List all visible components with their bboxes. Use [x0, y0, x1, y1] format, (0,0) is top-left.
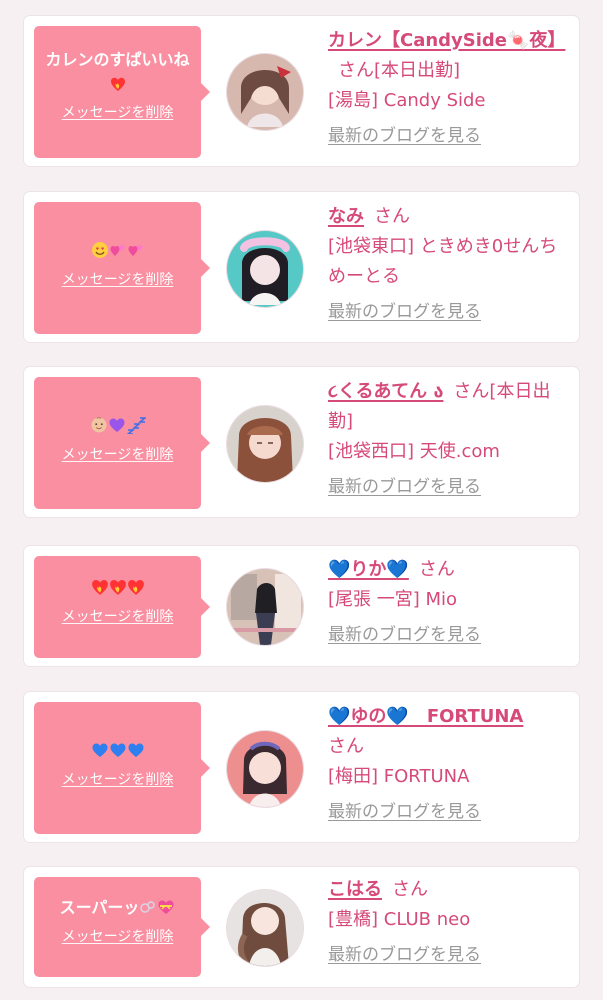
- honorific: さん: [338, 60, 374, 81]
- avatar[interactable]: [226, 53, 304, 131]
- message-text: [42, 576, 193, 600]
- avatar[interactable]: [226, 230, 304, 308]
- sender-info: なみ さん [池袋東口] ときめき0せんちめーとる 最新のブログを見る: [328, 202, 564, 327]
- message-card: メッセージを削除 なみ さん [池袋東口] ときめき0せんちめーとる 最新のブログ…: [24, 192, 579, 342]
- sender-name-link[interactable]: カレン【CandySide🍬夜】: [328, 30, 565, 51]
- sender-info: 💙ゆの💙 FORTUNA さん [梅田] FORTUNA 最新のブログを見る: [328, 702, 564, 827]
- sender-name-link[interactable]: 💙ゆの💙 FORTUNA: [328, 706, 523, 727]
- honorific: さん: [328, 736, 364, 757]
- two-hearts-icon: [127, 241, 145, 262]
- sender-info: こはる さん [豊橋] CLUB neo 最新のブログを見る: [328, 875, 564, 970]
- shop-name: [尾張 一宮] Mio: [328, 589, 458, 610]
- delete-message-link[interactable]: メッセージを削除: [42, 608, 193, 626]
- sender-name-link[interactable]: ૮くるあてん ა: [328, 381, 443, 402]
- delete-message-link[interactable]: メッセージを削除: [42, 271, 193, 289]
- delete-message-link[interactable]: メッセージを削除: [42, 446, 193, 464]
- avatar[interactable]: [226, 405, 304, 483]
- message-card: メッセージを削除 ૮くるあてん ა さん[本日出勤] [池袋西口] 天使.com …: [24, 367, 579, 517]
- zzz-icon: [125, 416, 147, 437]
- heart-on-fire-icon: [91, 578, 109, 599]
- message-text: [42, 414, 193, 438]
- honorific: さん: [418, 559, 455, 580]
- work-status: [本日出勤]: [374, 60, 461, 81]
- message-bubble: メッセージを削除: [34, 202, 210, 334]
- sender-info: カレン【CandySide🍬夜】さん[本日出勤] [湯島] Candy Side…: [328, 26, 565, 151]
- message-bubble: カレンのすぱいいね メッセージを削除: [34, 26, 210, 158]
- heart-on-fire-icon: [109, 578, 127, 599]
- baby-icon: [90, 416, 108, 437]
- blue-heart-icon: [127, 741, 145, 762]
- message-text: [42, 239, 193, 263]
- message-bubble: メッセージを削除: [34, 377, 210, 509]
- latest-blog-link[interactable]: 最新のブログを見る: [328, 473, 481, 501]
- message-text-content: カレンのすぱいいね: [45, 50, 190, 69]
- smiling-face-with-heart-eyes-icon: [91, 241, 109, 262]
- delete-message-link[interactable]: メッセージを削除: [42, 771, 193, 789]
- avatar[interactable]: [226, 568, 304, 646]
- sender-info: 💙りか💙 さん [尾張 一宮] Mio 最新のブログを見る: [328, 555, 564, 650]
- sender-info: ૮くるあてん ა さん[本日出勤] [池袋西口] 天使.com 最新のブログを見る: [328, 377, 564, 502]
- message-bubble: スーパーッ メッセージを削除: [34, 877, 210, 977]
- message-text-content: スーパーッ: [59, 898, 140, 917]
- blue-heart-icon: [91, 741, 109, 762]
- delete-message-link[interactable]: メッセージを削除: [42, 104, 193, 122]
- shop-name: [梅田] FORTUNA: [328, 766, 470, 787]
- shop-name: [豊橋] CLUB neo: [328, 909, 471, 930]
- two-hearts-icon: [109, 241, 127, 262]
- honorific: さん: [392, 879, 428, 900]
- sender-name-link[interactable]: 💙りか💙: [328, 559, 409, 580]
- message-text: [42, 739, 193, 763]
- message-text: カレンのすぱいいね: [42, 48, 193, 96]
- shop-name: [池袋東口] ときめき0せんちめーとる: [328, 236, 558, 287]
- latest-blog-link[interactable]: 最新のブログを見る: [328, 941, 481, 969]
- message-bubble: メッセージを削除: [34, 702, 210, 834]
- blue-heart-icon: [109, 741, 127, 762]
- heart-on-fire-icon: [127, 578, 145, 599]
- message-text: スーパーッ: [42, 896, 193, 920]
- latest-blog-link[interactable]: 最新のブログを見る: [328, 122, 481, 150]
- latest-blog-link[interactable]: 最新のブログを見る: [328, 798, 481, 826]
- message-card: メッセージを削除 💙りか💙 さん [尾張 一宮] Mio 最新のブログを見る: [24, 546, 579, 666]
- shop-name: [湯島] Candy Side: [328, 90, 486, 111]
- message-card: メッセージを削除 💙ゆの💙 FORTUNA さん [梅田] FORTUNA 最新の…: [24, 692, 579, 842]
- message-list: カレンのすぱいいね メッセージを削除 カレン【CandySide🍬夜】さん[本日…: [0, 0, 603, 1000]
- honorific: さん: [374, 206, 410, 227]
- bubbles-icon: [139, 898, 157, 919]
- heart-on-fire-icon: [110, 76, 126, 95]
- avatar[interactable]: [226, 730, 304, 808]
- message-card: カレンのすぱいいね メッセージを削除 カレン【CandySide🍬夜】さん[本日…: [24, 16, 579, 166]
- message-card: スーパーッ メッセージを削除 こはる さん [豊橋] CLUB neo 最新のブロ…: [24, 867, 579, 987]
- sender-name-link[interactable]: なみ: [328, 206, 364, 227]
- avatar[interactable]: [226, 889, 304, 967]
- sender-name-link[interactable]: こはる: [328, 879, 382, 900]
- honorific: さん: [453, 381, 490, 402]
- latest-blog-link[interactable]: 最新のブログを見る: [328, 621, 481, 649]
- delete-message-link[interactable]: メッセージを削除: [42, 928, 193, 946]
- message-bubble: メッセージを削除: [34, 556, 210, 658]
- purple-heart-icon: [108, 416, 126, 437]
- latest-blog-link[interactable]: 最新のブログを見る: [328, 298, 481, 326]
- shop-name: [池袋西口] 天使.com: [328, 441, 500, 462]
- heart-with-ribbon-icon: [157, 898, 175, 919]
